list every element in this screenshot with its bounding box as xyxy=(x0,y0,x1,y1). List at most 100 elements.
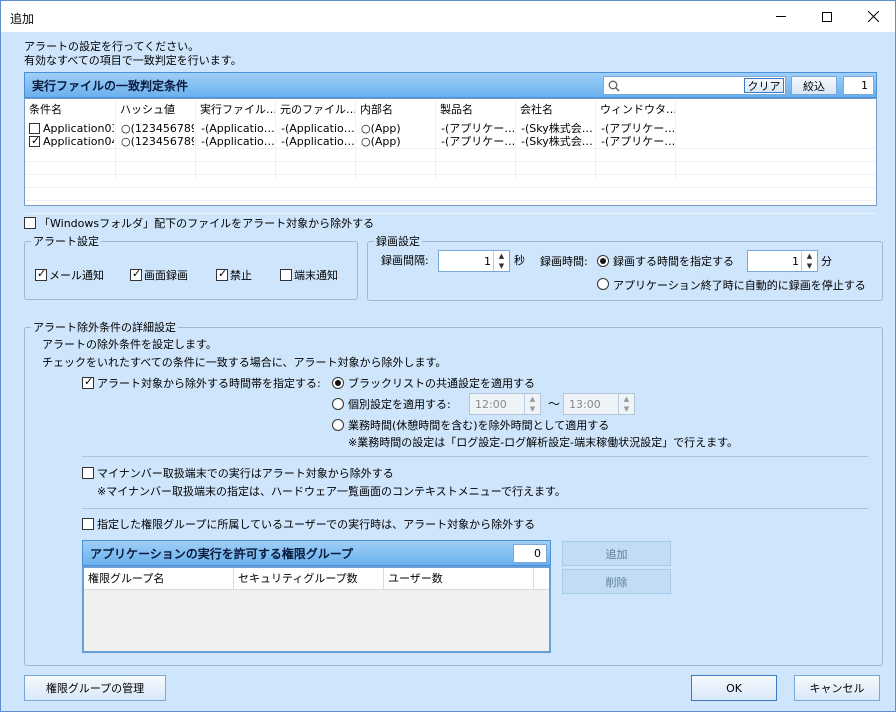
row-line xyxy=(25,200,876,201)
exe-panel-title: 実行ファイルの一致判定条件 xyxy=(32,79,189,93)
delete-group-button[interactable]: 削除 xyxy=(562,569,671,594)
stepper-down-icon[interactable]: ▼ xyxy=(802,261,817,271)
maximize-button[interactable] xyxy=(804,1,850,32)
manage-groups-button[interactable]: 権限グループの管理 xyxy=(24,675,166,701)
table-cell: -(Applicatio… xyxy=(281,135,354,148)
column-header[interactable]: 内部名 xyxy=(356,99,436,121)
exclusion-desc-1: アラートの除外条件を設定します。 xyxy=(42,338,217,351)
column-header[interactable]: 元のファイル… xyxy=(276,99,356,121)
end-time-stepper[interactable]: 13:00 ▲ ▼ xyxy=(563,393,635,415)
add-group-button[interactable]: 追加 xyxy=(562,541,671,566)
individual-radio[interactable] xyxy=(332,398,344,410)
table-cell: Application04 xyxy=(43,135,114,148)
column-header[interactable]: ウィンドウタ… xyxy=(596,99,676,121)
group-table-header: 権限グループ名 セキュリティグループ数 ユーザー数 xyxy=(84,568,549,590)
start-time-stepper[interactable]: 12:00 ▲ ▼ xyxy=(469,393,541,415)
column-header[interactable]: 製品名 xyxy=(436,99,516,121)
end-time-arrows: ▲ ▼ xyxy=(618,394,634,414)
table-cell: ○(App) xyxy=(361,135,401,148)
divider xyxy=(82,456,868,457)
search-icon xyxy=(608,80,620,92)
row-line xyxy=(25,148,876,149)
alert-settings-group: アラート設定 メール通知 画面録画 禁止 端末通知 xyxy=(24,235,358,300)
ok-button[interactable]: OK xyxy=(691,675,777,701)
business-hours-label: 業務時間(休憩時間を含む)を除外時間として適用する xyxy=(348,419,610,432)
table-cell: -(アプリケー… xyxy=(441,135,514,148)
filter-button[interactable]: 絞込 xyxy=(791,76,837,95)
column-header[interactable]: 条件名 xyxy=(25,99,116,121)
column-header[interactable]: セキュリティグループ数 xyxy=(234,568,384,590)
cancel-button[interactable]: キャンセル xyxy=(794,675,880,701)
divider xyxy=(82,508,868,509)
row-checkbox[interactable] xyxy=(29,123,40,134)
column-line xyxy=(355,99,356,179)
alert-settings-title: アラート設定 xyxy=(31,235,101,248)
group-count: 0 xyxy=(513,544,547,563)
column-header[interactable]: 実行ファイル… xyxy=(196,99,276,121)
table-cell: Application03 xyxy=(43,122,114,135)
stepper-down-icon[interactable]: ▼ xyxy=(619,404,634,414)
group-exclusion-label: 指定した権限グループに所属しているユーザーでの実行時は、アラート対象から除外する xyxy=(97,518,536,531)
stop-on-exit-radio[interactable] xyxy=(597,278,609,290)
alert-option-checkbox[interactable] xyxy=(216,267,228,281)
table-cell: -(Applicatio… xyxy=(201,135,274,148)
table-cell: ○(123456789… xyxy=(121,135,194,148)
table-cell: ○(App) xyxy=(361,122,401,135)
minimize-button[interactable] xyxy=(758,1,804,32)
column-header[interactable]: 会社名 xyxy=(516,99,596,121)
column-header[interactable]: ユーザー数 xyxy=(384,568,534,590)
window-title: 追加 xyxy=(10,12,35,26)
stepper-up-icon[interactable]: ▲ xyxy=(802,251,817,261)
group-panel-title: アプリケーションの実行を許可する権限グループ xyxy=(90,547,354,561)
row-line xyxy=(25,213,876,214)
time-range-separator: ～ xyxy=(548,397,561,411)
row-checkbox[interactable] xyxy=(29,134,40,147)
column-header[interactable]: ハッシュ値 xyxy=(116,99,196,121)
alert-option-label: 画面録画 xyxy=(144,269,188,282)
duration-stepper[interactable]: 1 ▲ ▼ xyxy=(747,250,818,272)
close-icon xyxy=(867,11,879,22)
blacklist-radio[interactable] xyxy=(332,377,344,389)
alert-option-checkbox[interactable] xyxy=(35,267,47,281)
clear-button[interactable]: クリア xyxy=(744,78,784,93)
end-time-value: 13:00 xyxy=(569,398,601,411)
group-exclusion-checkbox[interactable] xyxy=(82,518,94,530)
exclusion-settings-title: アラート除外条件の詳細設定 xyxy=(31,321,178,334)
stepper-up-icon[interactable]: ▲ xyxy=(494,251,509,261)
table-cell: -(アプリケー… xyxy=(601,135,674,148)
table-row[interactable]: Application03 ○(123456789… -(Applicatio… -(… xyxy=(25,122,876,135)
interval-stepper[interactable]: 1 ▲ ▼ xyxy=(438,250,510,272)
duration-value: 1 xyxy=(792,255,799,268)
column-header[interactable]: 権限グループ名 xyxy=(84,568,234,590)
alert-option-label: 禁止 xyxy=(230,269,252,282)
mynumber-label: マイナンバー取扱端末での実行はアラート対象から除外する xyxy=(97,467,394,480)
individual-label: 個別設定を適用する: xyxy=(348,398,451,411)
alert-option-checkbox[interactable] xyxy=(130,267,142,281)
close-button[interactable] xyxy=(850,1,896,32)
exe-panel-header: 実行ファイルの一致判定条件 クリア 絞込 1 xyxy=(24,72,877,98)
exe-condition-table: 条件名 ハッシュ値 実行ファイル… 元のファイル… 内部名 製品名 会社名 ウィンドウタ… A… xyxy=(24,98,877,214)
alert-option-label: メール通知 xyxy=(49,269,104,282)
time-zone-label: アラート対象から除外する時間帯を指定する: xyxy=(97,377,321,390)
recording-settings-group: 録画設定 録画間隔: 1 ▲ ▼ 秒 録画時間: 録画する時間を指定する 1 ▲ ▼… xyxy=(367,235,883,301)
exclusion-settings-group: アラート除外条件の詳細設定 アラートの除外条件を設定します。 チェックをいれたす… xyxy=(24,321,883,666)
windows-folder-checkbox[interactable] xyxy=(24,217,36,229)
search-input[interactable]: クリア xyxy=(603,76,786,95)
minimize-icon xyxy=(776,16,786,17)
column-line xyxy=(675,99,676,179)
stepper-down-icon[interactable]: ▼ xyxy=(494,261,509,271)
stepper-up-icon[interactable]: ▲ xyxy=(525,394,540,404)
stepper-up-icon[interactable]: ▲ xyxy=(619,394,634,404)
exclusion-desc-2: チェックをいれたすべての条件に一致する場合に、アラート対象から除外します。 xyxy=(42,356,447,369)
table-row[interactable]: Application04 ○(123456789… -(Applicatio… -(… xyxy=(25,134,876,148)
record-duration-radio[interactable] xyxy=(597,255,609,267)
business-hours-radio[interactable] xyxy=(332,419,344,431)
business-hours-note: ※業務時間の設定は「ログ設定-ログ解析設定-端末稼働状況設定」で行えます。 xyxy=(348,436,739,449)
alert-option-checkbox[interactable] xyxy=(280,269,292,281)
mynumber-checkbox[interactable] xyxy=(82,467,94,479)
interval-value: 1 xyxy=(484,255,491,268)
time-zone-checkbox[interactable] xyxy=(82,375,94,389)
stepper-down-icon[interactable]: ▼ xyxy=(525,404,540,414)
table-cell: ○(123456789… xyxy=(121,122,194,135)
group-panel-header: アプリケーションの実行を許可する権限グループ 0 xyxy=(82,540,551,566)
